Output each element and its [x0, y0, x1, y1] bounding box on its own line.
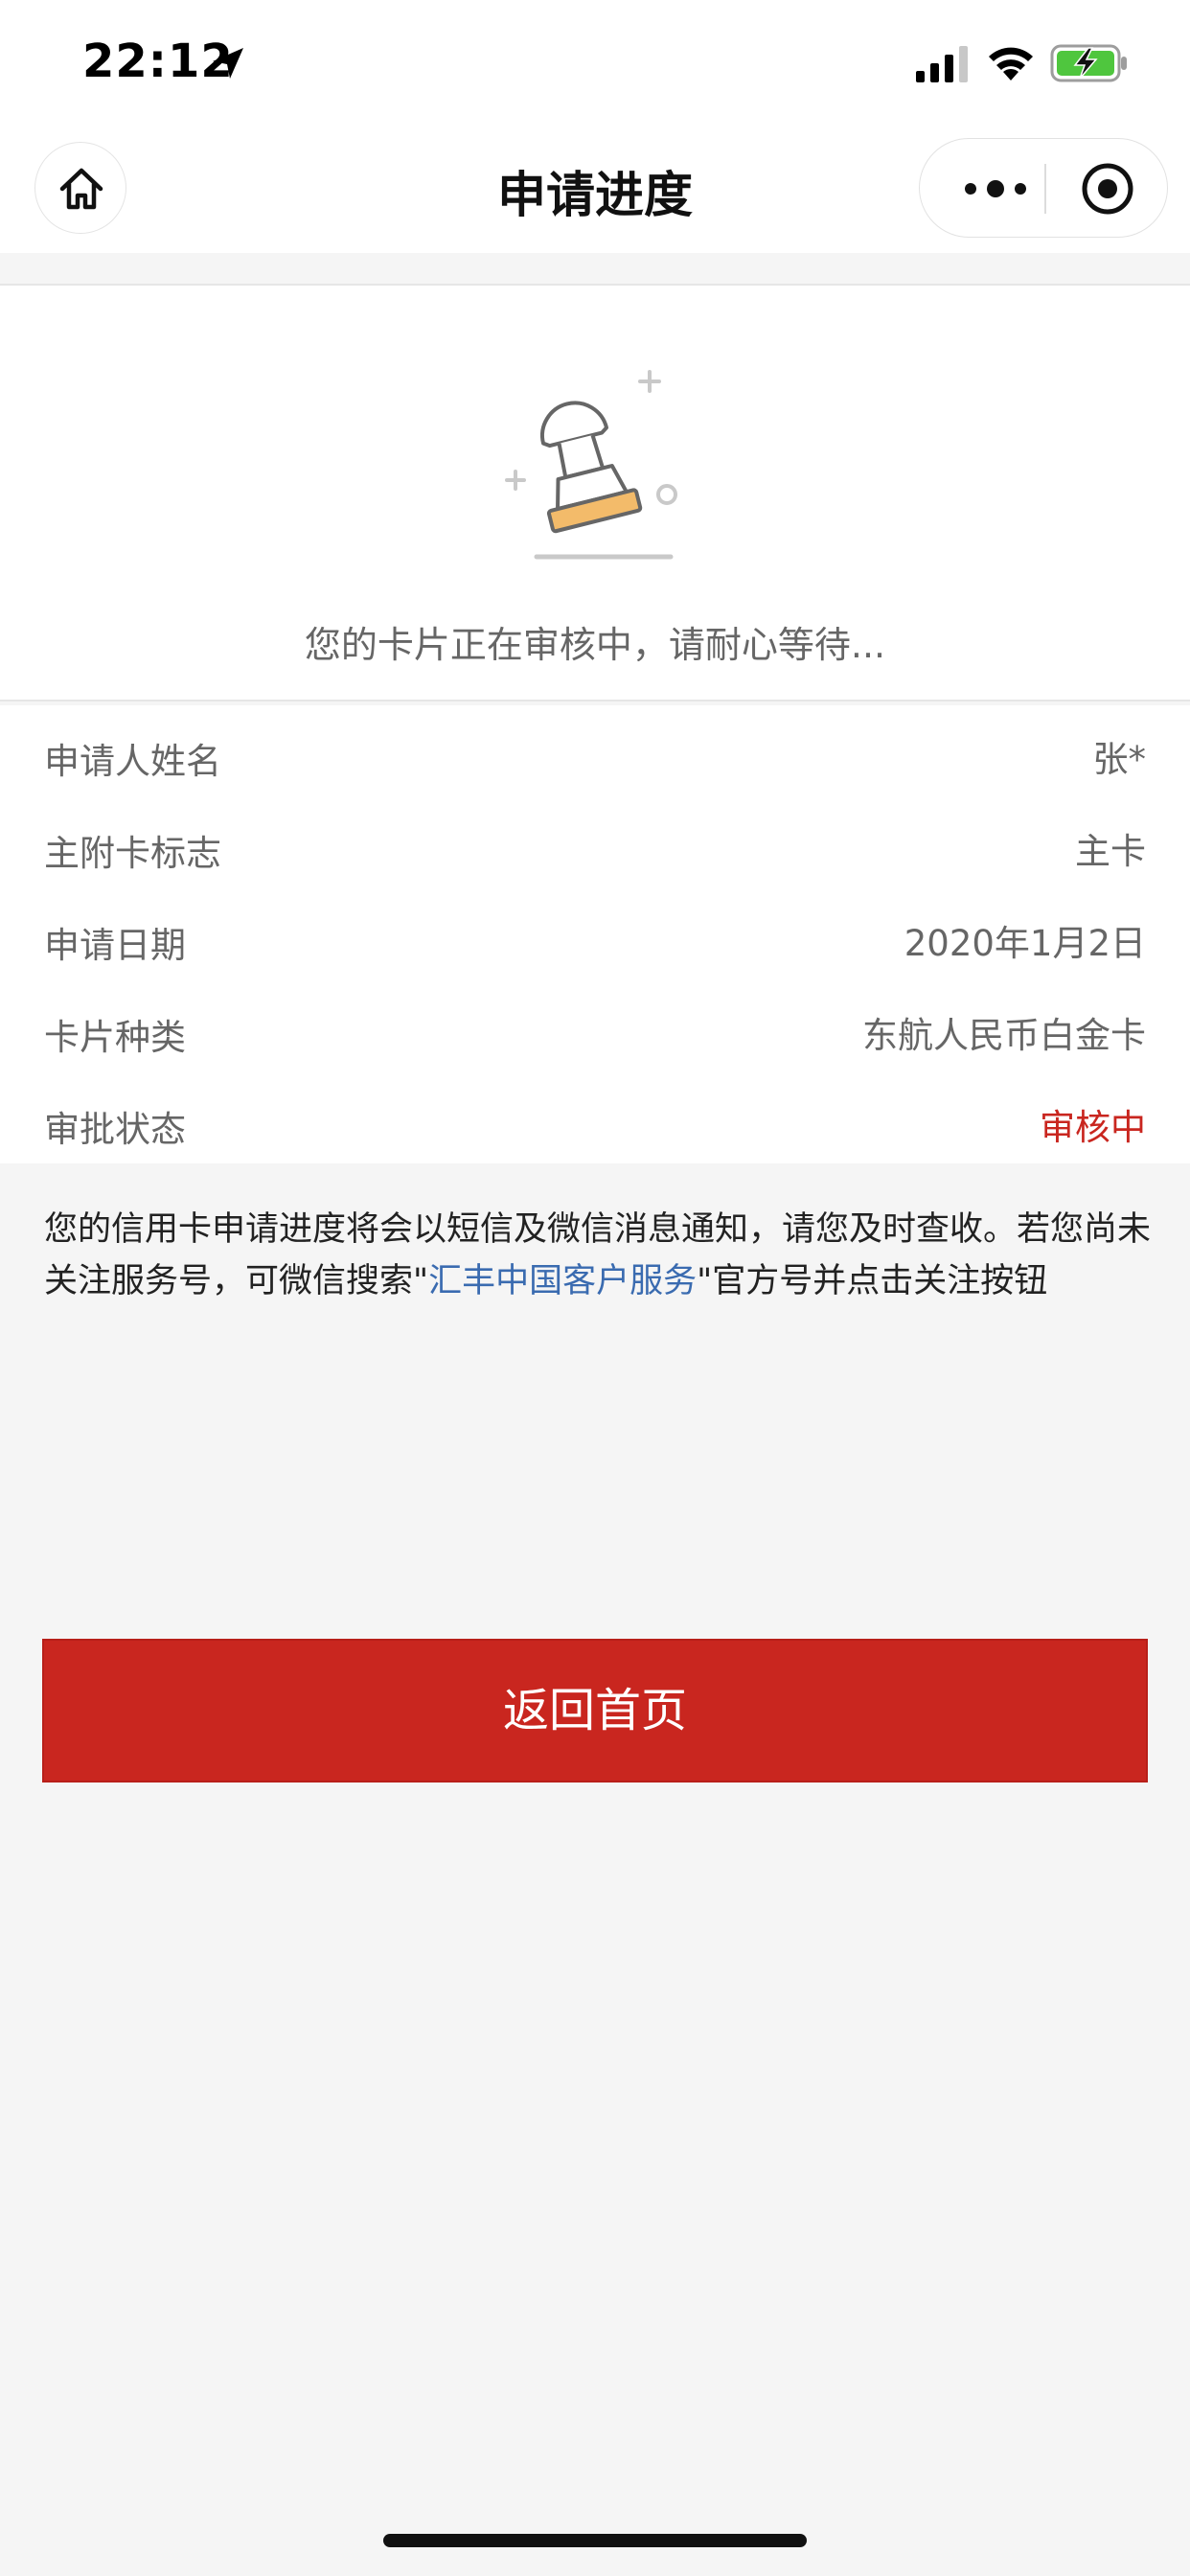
battery-charging-icon [1050, 44, 1127, 82]
service-account-link[interactable]: 汇丰中国客户服务 [428, 1262, 697, 1300]
info-label: 申请人姓名 [44, 741, 221, 782]
notice-text-end: "官方号并点击关注按钮 [697, 1262, 1048, 1300]
review-status-card: 您的卡片正在审核中，请耐心等待... [0, 284, 1190, 702]
info-row-approval-status: 审批状态 审核中 [0, 1077, 1190, 1169]
info-label: 主附卡标志 [44, 833, 221, 874]
info-value: 主卡 [1075, 831, 1146, 872]
return-home-button[interactable]: 返回首页 [42, 1639, 1148, 1782]
close-circle-icon[interactable] [1079, 160, 1136, 218]
info-value: 张* [1092, 739, 1147, 780]
info-value: 2020年1月2日 [904, 923, 1146, 964]
info-label: 卡片种类 [44, 1017, 186, 1058]
info-value: 东航人民币白金卡 [862, 1015, 1146, 1056]
miniprogram-capsule [919, 138, 1168, 238]
info-row-card-kind: 卡片种类 东航人民币白金卡 [0, 985, 1190, 1077]
status-badge: 审核中 [1040, 1107, 1146, 1148]
wifi-icon [989, 47, 1033, 80]
more-dots-icon[interactable] [960, 172, 1031, 206]
stamp-icon [505, 370, 677, 560]
notification-notice: 您的信用卡申请进度将会以短信及微信消息通知，请您及时查收。若您尚未关注服务号，可… [44, 1204, 1156, 1307]
info-label: 审批状态 [44, 1109, 186, 1150]
status-bar: 22:12 [0, 0, 1190, 126]
info-row-application-date: 申请日期 2020年1月2日 [0, 893, 1190, 985]
location-arrow-icon [213, 48, 243, 79]
application-info-list: 申请人姓名 张* 主附卡标志 主卡 申请日期 2020年1月2日 卡片种类 东航… [0, 705, 1190, 1163]
review-message: 您的卡片正在审核中，请耐心等待... [304, 624, 886, 666]
info-label: 申请日期 [44, 925, 186, 966]
info-row-applicant-name: 申请人姓名 张* [0, 709, 1190, 801]
nav-bar: 申请进度 [0, 126, 1190, 253]
home-indicator[interactable] [383, 2534, 807, 2547]
cellular-signal-icon [916, 46, 968, 82]
info-row-card-type-flag: 主附卡标志 主卡 [0, 801, 1190, 893]
capsule-divider [1044, 164, 1046, 214]
